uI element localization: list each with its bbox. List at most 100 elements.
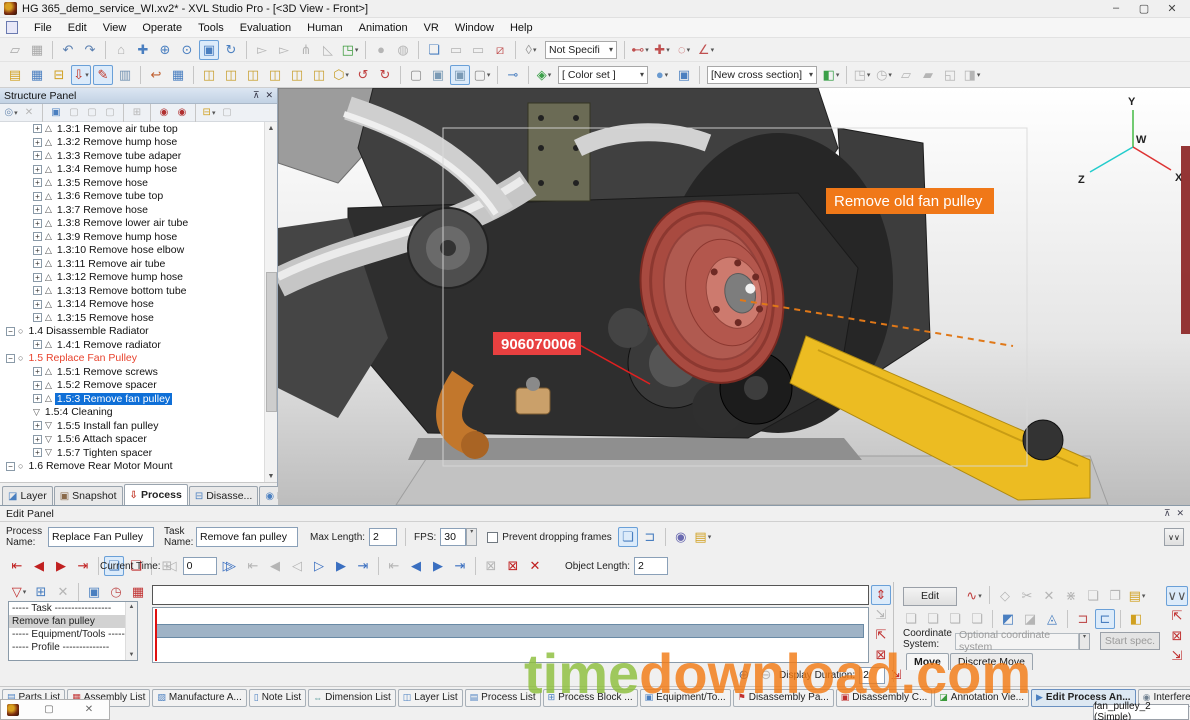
tree-row[interactable]: +△1.3:4 Remove hump hose (0, 163, 277, 177)
expand-icon[interactable]: + (33, 192, 42, 201)
menu-evaluation[interactable]: Evaluation (232, 20, 299, 36)
tree-row[interactable]: +△1.3:1 Remove air tube top (0, 122, 277, 136)
expand-icon[interactable]: + (33, 435, 42, 444)
tree-item-label[interactable]: 1.3:15 Remove hose (55, 312, 156, 324)
tree-row[interactable]: +△1.4:1 Remove radiator (0, 338, 277, 352)
process-name-input[interactable]: Replace Fan Pulley (48, 527, 154, 547)
scroll-up-icon[interactable]: ▲ (265, 122, 277, 135)
next-key-button[interactable]: ▶ (51, 556, 71, 576)
expand-icon[interactable]: + (33, 340, 42, 349)
home-view-icon[interactable]: ⌂ (111, 40, 131, 60)
layer-settings-icon[interactable]: ▤▾ (693, 527, 713, 547)
animation-track-bar[interactable] (155, 624, 864, 638)
duration-apply-icon[interactable]: ⇲ (886, 665, 906, 685)
step-forward-key-button[interactable]: ▶ (331, 556, 351, 576)
pan-icon[interactable]: ✚ (133, 40, 153, 60)
menu-edit[interactable]: Edit (60, 20, 95, 36)
tree-row[interactable]: +△1.3:13 Remove bottom tube (0, 284, 277, 298)
frame-forward-button[interactable]: ▷ (309, 556, 329, 576)
save-icon[interactable]: ▦ (27, 40, 47, 60)
bottom-tab-processlist[interactable]: ▤Process List (465, 689, 541, 707)
measure-rotate-icon[interactable]: ◌▾ (674, 40, 694, 60)
instruction-label[interactable]: Remove old fan pulley (826, 188, 994, 214)
tree-row[interactable]: +△1.3:9 Remove hump hose (0, 230, 277, 244)
tree-row[interactable]: +△1.5:1 Remove screws (0, 365, 277, 379)
tree-item-label[interactable]: 1.5 Replace Fan Pulley (26, 352, 139, 364)
collapse-icon[interactable]: − (6, 354, 15, 363)
bottom-tab-processblock[interactable]: ⊞Process Block ... (543, 689, 638, 707)
menu-help[interactable]: Help (502, 20, 541, 36)
measure-angle-icon[interactable]: ∠▾ (696, 40, 716, 60)
expand-icon[interactable]: + (33, 367, 42, 376)
tree-item-label[interactable]: 1.3:8 Remove lower air tube (55, 217, 190, 229)
part-number-label[interactable]: 906070006 (493, 332, 581, 355)
tree-item-label[interactable]: 1.5:7 Tighten spacer (55, 447, 154, 459)
tree-item-label[interactable]: 1.5:4 Cleaning (43, 406, 115, 418)
delete-key-button[interactable]: ⊠ (503, 556, 523, 576)
play-button[interactable]: ▶ (428, 556, 448, 576)
anim-list-icon[interactable]: ▤▾ (1127, 586, 1147, 606)
anim-curve-icon[interactable]: ∿▾ (964, 586, 984, 606)
tree-row[interactable]: +△1.3:12 Remove hump hose (0, 271, 277, 285)
close-panel-icon[interactable]: ✕ (265, 90, 273, 101)
tree-item-label[interactable]: 1.5:5 Install fan pulley (55, 420, 161, 432)
expand-icon[interactable]: + (33, 381, 42, 390)
timeline-header[interactable] (152, 585, 869, 605)
view-front-icon[interactable]: ◫ (199, 65, 219, 85)
open-file-icon[interactable]: ▱ (5, 40, 25, 60)
view-back-icon[interactable]: ◫ (221, 65, 241, 85)
bottom-tab-annotationvie[interactable]: ◪Annotation Vie... (934, 689, 1029, 707)
scroll-down-icon[interactable]: ▼ (265, 470, 277, 483)
menu-human[interactable]: Human (299, 20, 350, 36)
bottom-tab-notelist[interactable]: ▯Note List (249, 689, 306, 707)
prevent-frames-checkbox[interactable] (487, 532, 498, 543)
fit-timeline-icon[interactable]: ⇕ (871, 585, 891, 605)
shading-solid-icon[interactable]: ▣ (428, 65, 448, 85)
tree-item-label[interactable]: 1.3:1 Remove air tube top (55, 123, 180, 135)
tree-item-label[interactable]: 1.5:1 Remove screws (55, 366, 160, 378)
expand-icon[interactable]: + (33, 178, 42, 187)
view-right-icon[interactable]: ◫ (265, 65, 285, 85)
tree-item-label[interactable]: 1.3:6 Remove tube top (55, 190, 165, 202)
bottom-tab-equipmentto[interactable]: ▣Equipment/To... (640, 689, 731, 707)
find-part-icon[interactable]: ◉ (156, 105, 172, 120)
expand-icon[interactable]: + (33, 246, 42, 255)
tree-item-label[interactable]: 1.3:2 Remove hump hose (55, 136, 179, 148)
panel-tab-snapshot[interactable]: ▣Snapshot (54, 486, 123, 505)
first-frame-button[interactable]: ⇤ (7, 556, 27, 576)
display-settings-icon[interactable]: ▣ (674, 65, 694, 85)
pin-icon[interactable]: ⊼ (1164, 508, 1171, 519)
rotate-view-icon[interactable]: ↻ (221, 40, 241, 60)
scroll-thumb[interactable] (266, 272, 277, 412)
tree-row[interactable]: +△1.3:6 Remove tube top (0, 190, 277, 204)
rotate-cw-icon[interactable]: ↻ (375, 65, 395, 85)
record-path-icon[interactable]: ◬ (1042, 609, 1062, 629)
material-select[interactable]: Not Specifi▾ (545, 41, 617, 59)
menu-file[interactable]: File (26, 20, 60, 36)
scroll-down-icon[interactable]: ▼ (129, 652, 135, 658)
expand-icon[interactable]: + (33, 165, 42, 174)
expand-icon[interactable]: + (33, 394, 42, 403)
collapse-icon[interactable]: − (6, 327, 15, 336)
expand-icon[interactable]: + (33, 151, 42, 160)
note-box-icon[interactable]: ❏ (424, 40, 444, 60)
tree-row[interactable]: +△1.3:15 Remove hose (0, 311, 277, 325)
tree-row[interactable]: +△1.3:11 Remove air tube (0, 257, 277, 271)
fps-dropdown-icon[interactable]: ▾ (466, 528, 477, 546)
capture-keyframe-icon[interactable]: ❏ (618, 527, 638, 547)
bottom-tab-disassemblyc[interactable]: ▣Disassembly C... (836, 689, 933, 707)
close-button[interactable]: ✕ (1158, 2, 1186, 15)
tree-item-label[interactable]: 1.3:13 Remove bottom tube (55, 285, 189, 297)
tree-row[interactable]: +△1.3:5 Remove hose (0, 176, 277, 190)
tree-row[interactable]: +▽1.5:5 Install fan pulley (0, 419, 277, 433)
ep-red-tool3-icon[interactable]: ⇲ (1167, 646, 1187, 666)
tree-row[interactable]: −○1.6 Remove Rear Motor Mount (0, 460, 277, 474)
export-frame-icon[interactable]: ⊐ (640, 527, 660, 547)
tree-item-label[interactable]: 1.3:9 Remove hump hose (55, 231, 179, 243)
tree-item-label[interactable]: 1.3:11 Remove air tube (55, 258, 167, 270)
fps-select[interactable]: 30 (440, 528, 466, 546)
play-end-button[interactable]: ⇥ (450, 556, 470, 576)
cross-section-select[interactable]: [New cross section]▾ (707, 66, 817, 84)
expand-icon[interactable]: + (33, 219, 42, 228)
hierarchy-icon[interactable]: ⊟ (49, 65, 69, 85)
